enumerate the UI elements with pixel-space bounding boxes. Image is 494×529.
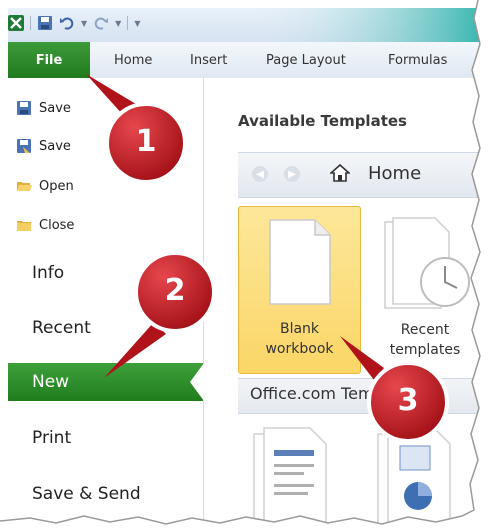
callout-3-number: 3 — [397, 383, 419, 418]
screenshot-frame: ▼ ▼ ▼ File Home Insert Page Layout Formu… — [0, 0, 494, 529]
callout-2-number: 2 — [164, 273, 186, 308]
callout-2-pointer — [104, 322, 166, 378]
callout-arrows — [86, 74, 449, 443]
callout-1-number: 1 — [135, 124, 157, 159]
callout-3-pointer — [340, 336, 384, 380]
